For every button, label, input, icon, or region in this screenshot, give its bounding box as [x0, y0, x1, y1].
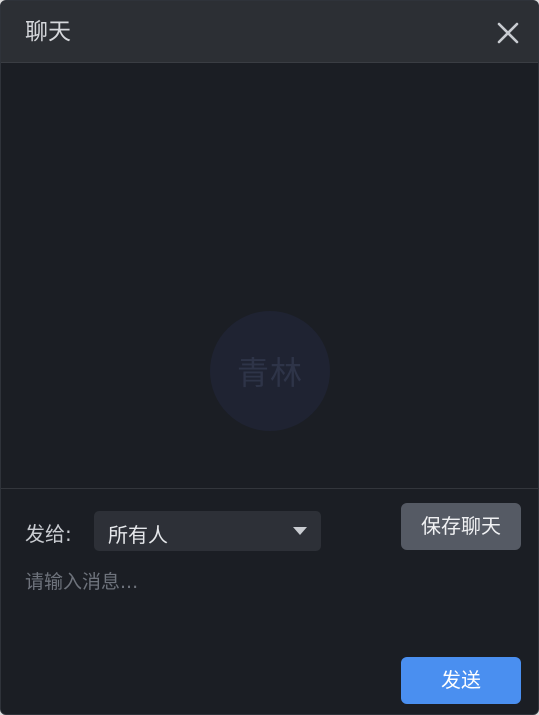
message-area[interactable]: 青林	[1, 63, 538, 488]
watermark-text: 青林	[236, 354, 303, 392]
recipient-select[interactable]: 所有人	[94, 511, 321, 551]
save-chat-button[interactable]: 保存聊天	[401, 503, 521, 550]
send-to-label: 发给:	[25, 522, 72, 546]
window-title: 聊天	[25, 19, 71, 45]
watermark-avatar: 青林	[210, 311, 330, 431]
title-bar: 聊天	[1, 1, 538, 63]
chat-window: 聊天 青林 发给: 所有人 保存聊天 发送	[0, 0, 539, 715]
compose-panel: 发给: 所有人 保存聊天 发送	[1, 489, 538, 714]
close-icon	[497, 22, 519, 44]
send-button[interactable]: 发送	[401, 657, 521, 704]
recipient-value: 所有人	[108, 523, 168, 547]
chevron-down-icon	[293, 527, 307, 535]
close-button[interactable]	[496, 21, 520, 45]
message-input[interactable]	[25, 567, 515, 647]
